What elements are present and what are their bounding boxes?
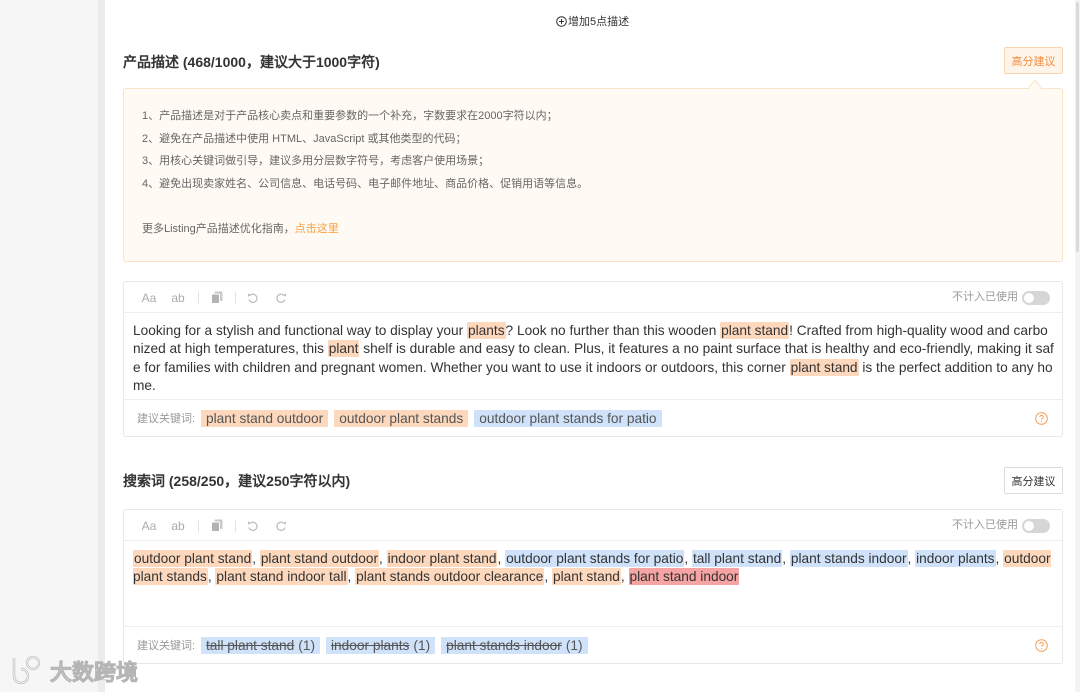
highlighted-keyword: plant stand	[720, 322, 790, 339]
plus-circle-icon	[555, 15, 567, 27]
highlighted-keyword: outdoor plant stand	[133, 550, 253, 567]
highlighted-keyword: plant stand	[551, 568, 621, 586]
suggested-keywords-label: 建议关键词:	[137, 640, 196, 652]
tip-line: 4、避免出现卖家姓名、公司信息、电话号码、电子邮件地址、商品价格、促销用语等信息…	[142, 177, 589, 190]
suggested-keywords-row: 建议关键词: tall plant stand (1) indoor plants(…	[124, 626, 1062, 663]
sidebar-divider	[98, 0, 105, 692]
highlighted-keyword: plant stand outdoor	[259, 550, 380, 567]
highlighted-keyword: plants	[467, 322, 506, 339]
description-editor: Aa ab 不计入已使用 Looking for a stylish and f…	[123, 281, 1063, 437]
tip-line: 3、用核心关键词做引导，建议多用分层数字符号，考虑客户使用场景；	[142, 155, 490, 168]
editor-toolbar: Aa ab 不计入已使用	[124, 510, 1062, 541]
copy-icon[interactable]	[210, 282, 224, 313]
guide-line: 更多Listing产品描述优化指南，点击这里	[142, 218, 1062, 241]
suggested-keyword-text: indoor plants	[331, 637, 410, 653]
text-run: ,	[684, 551, 692, 566]
left-sidebar-area	[0, 0, 98, 692]
add-bullet-points-button[interactable]: 增加5点描述	[555, 13, 629, 29]
highlighted-keyword: plant stand	[789, 358, 859, 376]
toggle-knob	[1024, 521, 1034, 531]
lowercase-button[interactable]: ab	[169, 282, 187, 313]
suggested-keywords-row: 建议关键词: plant stand outdoor outdoor plant …	[124, 399, 1062, 436]
add-bullet-points-label: 增加5点描述	[568, 16, 630, 28]
suggested-keywords-list: plant stand outdoor outdoor plant stands o…	[201, 409, 668, 427]
keyword-count: (1)	[413, 637, 431, 653]
search-terms-section-title: 搜索词 (258/250，建议250字符以内)	[123, 473, 351, 489]
scrollbar-thumb[interactable]	[1076, 2, 1079, 252]
exclude-usage-label: 不计入已使用	[952, 519, 1018, 531]
tip-line: 1、产品描述是对于产品核心卖点和重要参数的一个补充，字数要求在2000字符以内；	[142, 110, 558, 122]
watermark-logo-icon	[8, 654, 44, 689]
question-circle-icon[interactable]	[1035, 639, 1048, 652]
tips-list: 1、产品描述是对于产品核心卖点和重要参数的一个补充，字数要求在2000字符以内；…	[142, 105, 1062, 195]
exclude-usage-toggle[interactable]	[1022, 519, 1050, 533]
text-run: ,	[544, 569, 552, 585]
suggested-keywords-list: tall plant stand (1) indoor plants (1) plant…	[201, 636, 594, 654]
highlighted-keyword: plant stand indoor	[628, 568, 740, 586]
highlighted-keyword: plant stands outdoor clearance	[355, 568, 545, 586]
suggested-keyword-text: plant stand outdoor	[206, 410, 324, 426]
highlighted-keyword: outdoor plant stands for patio	[505, 550, 685, 567]
description-tips-panel: 1、产品描述是对于产品核心卖点和重要参数的一个补充，字数要求在2000字符以内；…	[123, 88, 1063, 262]
highlighted-keyword: plant stand indoor tall	[215, 568, 348, 586]
lowercase-button[interactable]: ab	[169, 510, 187, 541]
toolbar-separator	[198, 292, 199, 304]
highlighted-keyword: indoor plants	[915, 550, 996, 567]
question-circle-icon[interactable]	[1035, 412, 1048, 425]
toolbar-separator	[235, 292, 236, 304]
text-run: ,	[782, 551, 790, 566]
text-run: Looking for a stylish and functional way…	[133, 323, 468, 338]
toolbar-separator	[235, 520, 236, 532]
redo-icon[interactable]	[275, 282, 287, 313]
text-run: ,	[620, 569, 629, 585]
suggested-keyword-tag[interactable]: tall plant stand (1)	[201, 636, 321, 654]
undo-icon[interactable]	[247, 510, 259, 541]
redo-icon[interactable]	[275, 510, 287, 541]
capitalize-button[interactable]: Aa	[140, 510, 158, 541]
highlighted-keyword: plant stands indoor	[789, 550, 908, 567]
suggested-keyword-text: tall plant stand	[206, 637, 295, 653]
capitalize-button[interactable]: Aa	[140, 282, 158, 313]
text-run: ,	[347, 569, 356, 585]
watermark: 大数跨境	[8, 654, 138, 688]
text-run: ,	[907, 551, 916, 566]
text-run: ,	[379, 551, 387, 566]
toolbar-separator	[198, 520, 199, 532]
suggested-keyword-text: outdoor plant stands	[339, 410, 464, 426]
suggested-keyword-tag[interactable]: outdoor plant stands for patio	[474, 409, 662, 427]
suggested-keyword-tag[interactable]: plant stands indoor (1)	[441, 636, 588, 654]
watermark-text: 大数跨境	[50, 660, 139, 686]
suggested-keyword-tag[interactable]: indoor plants (1)	[326, 636, 436, 654]
text-run: ? Look no further than this wooden	[505, 323, 721, 338]
suggested-keyword-text: plant stands indoor	[446, 637, 562, 653]
keyword-count: (1)	[565, 637, 583, 653]
keyword-count: (1)	[298, 637, 316, 653]
suggested-keywords-label: 建议关键词:	[137, 413, 196, 425]
text-run: ,	[252, 551, 260, 566]
suggested-keyword-text: outdoor plant stands for patio	[479, 410, 657, 426]
search-terms-editor: Aa ab 不计入已使用 outdoor plant stand, plant …	[123, 509, 1063, 664]
copy-icon[interactable]	[210, 510, 224, 541]
tip-line: 2、避免在产品描述中使用 HTML、JavaScript 或其他类型的代码；	[142, 132, 467, 145]
exclude-usage-label: 不计入已使用	[952, 291, 1018, 303]
suggested-keyword-tag[interactable]: plant stand outdoor	[201, 409, 329, 427]
text-run: ,	[497, 551, 506, 566]
undo-icon[interactable]	[247, 282, 259, 313]
search-terms-score-tips-button[interactable]: 高分建议	[1004, 467, 1063, 494]
highlighted-keyword: tall plant stand	[691, 550, 783, 567]
guide-link[interactable]: 点击这里	[295, 223, 339, 235]
guide-text: 更多Listing产品描述优化指南，	[142, 222, 295, 235]
suggested-keyword-tag[interactable]: outdoor plant stands	[334, 409, 469, 427]
editor-toolbar: Aa ab 不计入已使用	[124, 282, 1062, 313]
exclude-usage-toggle[interactable]	[1022, 291, 1050, 305]
description-section-title: 产品描述 (468/1000，建议大于1000字符)	[123, 54, 380, 70]
search-terms-text-area[interactable]: outdoor plant stand, plant stand outdoor…	[133, 550, 1055, 587]
description-score-tips-button[interactable]: 高分建议	[1004, 47, 1063, 74]
highlighted-keyword: plant	[327, 340, 360, 358]
text-run: ,	[995, 551, 1004, 566]
toggle-knob	[1024, 293, 1034, 303]
description-text-area[interactable]: Looking for a stylish and functional way…	[133, 322, 1055, 395]
highlighted-keyword: indoor plant stand	[386, 550, 498, 567]
